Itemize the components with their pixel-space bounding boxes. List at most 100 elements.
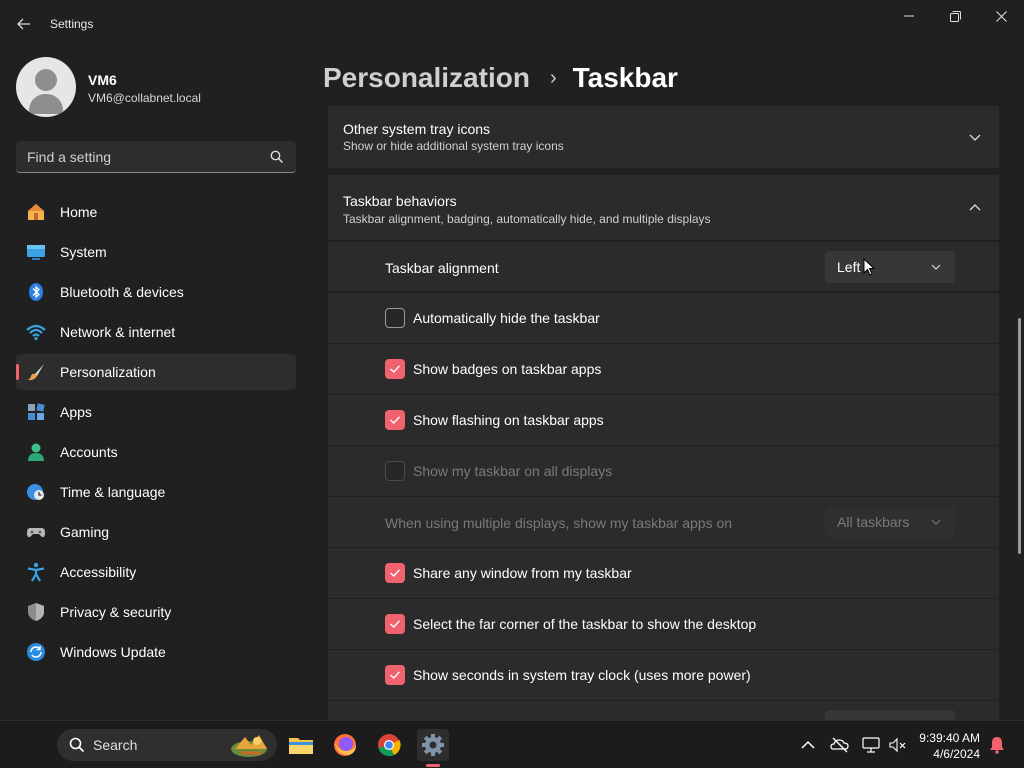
update-icon bbox=[27, 643, 45, 661]
onedrive-offline-icon[interactable] bbox=[830, 735, 850, 755]
globe-clock-icon bbox=[27, 484, 44, 500]
seconds-row[interactable]: Show seconds in system tray clock (uses … bbox=[328, 650, 999, 700]
far-corner-checkbox[interactable] bbox=[385, 614, 405, 634]
alignment-label: Taskbar alignment bbox=[385, 260, 499, 276]
restore-icon bbox=[949, 10, 961, 22]
badges-row[interactable]: Show badges on taskbar apps bbox=[328, 344, 999, 394]
taskbar-behaviors-section[interactable]: Taskbar behaviors Taskbar alignment, bad… bbox=[328, 175, 999, 240]
auto-hide-row[interactable]: Automatically hide the taskbar bbox=[328, 293, 999, 343]
profile-email: VM6@collabnet.local bbox=[88, 91, 201, 105]
minimize-button[interactable] bbox=[886, 0, 932, 32]
notification-bell-icon[interactable] bbox=[987, 735, 1007, 755]
share-window-row[interactable]: Share any window from my taskbar bbox=[328, 548, 999, 598]
auto-hide-label: Automatically hide the taskbar bbox=[413, 310, 600, 326]
chrome-icon bbox=[378, 734, 401, 757]
user-profile[interactable]: VM6 VM6@collabnet.local bbox=[16, 57, 296, 117]
flashing-row[interactable]: Show flashing on taskbar apps bbox=[328, 395, 999, 445]
share-window-checkbox[interactable] bbox=[385, 563, 405, 583]
sidebar-item-label: Accessibility bbox=[60, 564, 137, 580]
sidebar-item-windows-update[interactable]: Windows Update bbox=[16, 634, 296, 670]
scrollbar[interactable] bbox=[1018, 318, 1021, 554]
section-subtitle: Show or hide additional system tray icon… bbox=[343, 139, 564, 153]
multi-display-apps-value: All taskbars bbox=[837, 514, 910, 530]
auto-hide-checkbox[interactable] bbox=[385, 308, 405, 328]
sidebar-item-label: Personalization bbox=[60, 364, 156, 380]
sidebar-item-system[interactable]: System bbox=[16, 234, 296, 270]
shield-icon bbox=[28, 603, 44, 621]
sidebar-item-apps[interactable]: Apps bbox=[16, 394, 296, 430]
wifi-icon bbox=[26, 324, 46, 341]
share-window-label: Share any window from my taskbar bbox=[413, 565, 632, 581]
system-clock[interactable]: 9:39:40 AM 4/6/2024 bbox=[900, 730, 980, 762]
flashing-label: Show flashing on taskbar apps bbox=[413, 412, 604, 428]
sidebar-item-bluetooth[interactable]: Bluetooth & devices bbox=[16, 274, 296, 310]
taskbar-search-label: Search bbox=[93, 737, 138, 753]
maximize-button[interactable] bbox=[932, 0, 978, 32]
seconds-checkbox[interactable] bbox=[385, 665, 405, 685]
chevron-down-icon bbox=[969, 134, 981, 141]
clock-date: 4/6/2024 bbox=[933, 747, 980, 761]
badges-checkbox[interactable] bbox=[385, 359, 405, 379]
badges-label: Show badges on taskbar apps bbox=[413, 361, 602, 377]
alignment-row: Taskbar alignment Left bbox=[328, 242, 999, 291]
sidebar-item-label: Windows Update bbox=[60, 644, 166, 660]
sidebar-item-label: Apps bbox=[60, 404, 92, 420]
accounts-icon bbox=[28, 443, 44, 461]
taskbar-app-firefox[interactable] bbox=[329, 729, 361, 761]
avatar bbox=[16, 57, 76, 117]
sidebar-item-label: Bluetooth & devices bbox=[60, 284, 184, 300]
minimize-icon bbox=[904, 15, 914, 17]
app-title: Settings bbox=[50, 17, 94, 31]
title-bar: Settings bbox=[0, 0, 1024, 48]
system-icon bbox=[27, 245, 45, 260]
all-displays-row: Show my taskbar on all displays bbox=[328, 446, 999, 496]
checkmark-icon bbox=[390, 365, 401, 373]
close-button[interactable] bbox=[978, 0, 1024, 32]
home-icon bbox=[28, 204, 44, 220]
sidebar-item-label: Gaming bbox=[60, 524, 110, 540]
alignment-dropdown[interactable]: Left bbox=[825, 251, 955, 283]
taskbar-app-chrome[interactable] bbox=[373, 729, 405, 761]
brush-icon bbox=[28, 364, 44, 381]
flashing-checkbox[interactable] bbox=[385, 410, 405, 430]
seconds-label: Show seconds in system tray clock (uses … bbox=[413, 667, 751, 683]
all-displays-checkbox bbox=[385, 461, 405, 481]
tray-icons-section[interactable]: Other system tray icons Show or hide add… bbox=[328, 106, 999, 168]
partial-dropdown[interactable] bbox=[825, 710, 955, 720]
all-displays-label: Show my taskbar on all displays bbox=[413, 463, 613, 479]
taskbar-search[interactable]: Search bbox=[57, 729, 277, 761]
file-explorer-icon bbox=[289, 738, 313, 754]
sidebar-item-accessibility[interactable]: Accessibility bbox=[16, 554, 296, 590]
breadcrumb-parent[interactable]: Personalization bbox=[323, 62, 530, 94]
multi-display-apps-label: When using multiple displays, show my ta… bbox=[385, 515, 733, 531]
section-title: Other system tray icons bbox=[343, 121, 491, 137]
multi-display-apps-row: When using multiple displays, show my ta… bbox=[328, 497, 999, 547]
network-icon[interactable] bbox=[861, 735, 881, 755]
sidebar-item-label: System bbox=[60, 244, 107, 260]
sidebar-item-home[interactable]: Home bbox=[16, 194, 296, 230]
taskbar-app-settings[interactable] bbox=[417, 729, 449, 767]
search-icon bbox=[69, 737, 85, 753]
mouse-cursor-icon bbox=[863, 258, 875, 276]
sidebar-item-accounts[interactable]: Accounts bbox=[16, 434, 296, 470]
settings-icon bbox=[422, 734, 444, 756]
sidebar-item-privacy[interactable]: Privacy & security bbox=[16, 594, 296, 630]
sidebar-item-gaming[interactable]: Gaming bbox=[16, 514, 296, 550]
apps-icon bbox=[28, 403, 45, 420]
search-icon bbox=[270, 150, 284, 164]
sidebar-item-personalization[interactable]: Personalization bbox=[16, 354, 296, 390]
sidebar-item-label: Privacy & security bbox=[60, 604, 172, 620]
sidebar-nav: Home System Bluetooth & devices Network … bbox=[16, 194, 296, 674]
chevron-up-icon[interactable] bbox=[798, 735, 818, 755]
search-input[interactable]: Find a setting bbox=[16, 141, 296, 173]
section-subtitle: Taskbar alignment, badging, automaticall… bbox=[343, 212, 711, 226]
sidebar-item-time-language[interactable]: Time & language bbox=[16, 474, 296, 510]
far-corner-row[interactable]: Select the far corner of the taskbar to … bbox=[328, 599, 999, 649]
sidebar-item-network[interactable]: Network & internet bbox=[16, 314, 296, 350]
breadcrumb: Personalization › Taskbar bbox=[323, 58, 678, 98]
taskbar-app-file-explorer[interactable] bbox=[285, 729, 317, 761]
firefox-icon bbox=[334, 734, 356, 756]
page-title: Taskbar bbox=[572, 62, 678, 93]
checkmark-icon bbox=[390, 620, 401, 628]
back-button[interactable] bbox=[10, 10, 38, 38]
